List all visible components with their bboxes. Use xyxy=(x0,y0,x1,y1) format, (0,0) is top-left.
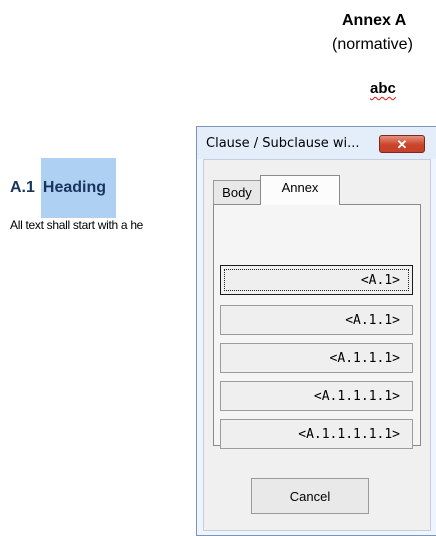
annex-tab-panel: <A.1> <A.1.1> <A.1.1.1> <A.1.1.1.1> <A.1… xyxy=(213,204,421,449)
dialog-client: Body Annex <A.1> <A.1.1> <A.1.1.1> <A.1.… xyxy=(203,159,431,531)
annex-subtitle: (normative) xyxy=(332,36,413,53)
level-a11111-button[interactable]: <A.1.1.1.1.1> xyxy=(220,419,413,449)
tab-body[interactable]: Body xyxy=(213,180,261,204)
dialog-title: Clause / Subclause wi... xyxy=(206,136,360,151)
close-icon: ✕ xyxy=(396,136,408,152)
tab-annex-label: Annex xyxy=(281,180,319,195)
annex-title: Annex A xyxy=(342,12,407,29)
cancel-button[interactable]: Cancel xyxy=(251,478,369,514)
tab-annex[interactable]: Annex xyxy=(260,175,340,205)
level-a1111-button[interactable]: <A.1.1.1.1> xyxy=(220,381,413,411)
dialog-titlebar[interactable]: Clause / Subclause wi... ✕ xyxy=(197,127,436,159)
level-a11-button[interactable]: <A.1.1> xyxy=(220,305,413,335)
level-a1-button[interactable]: <A.1> xyxy=(220,265,413,295)
clause-dialog: Clause / Subclause wi... ✕ Body Annex <A… xyxy=(196,126,436,536)
heading-text: Heading xyxy=(40,158,117,218)
body-text: All text shall start with a he xyxy=(10,218,144,232)
heading-number: A.1 xyxy=(10,179,35,196)
level-a111-button[interactable]: <A.1.1.1> xyxy=(220,343,413,373)
misspelled-word: abc xyxy=(370,80,396,97)
close-button[interactable]: ✕ xyxy=(379,135,425,153)
tab-body-label: Body xyxy=(222,185,252,200)
heading-a1: A.1 Heading xyxy=(10,158,117,218)
